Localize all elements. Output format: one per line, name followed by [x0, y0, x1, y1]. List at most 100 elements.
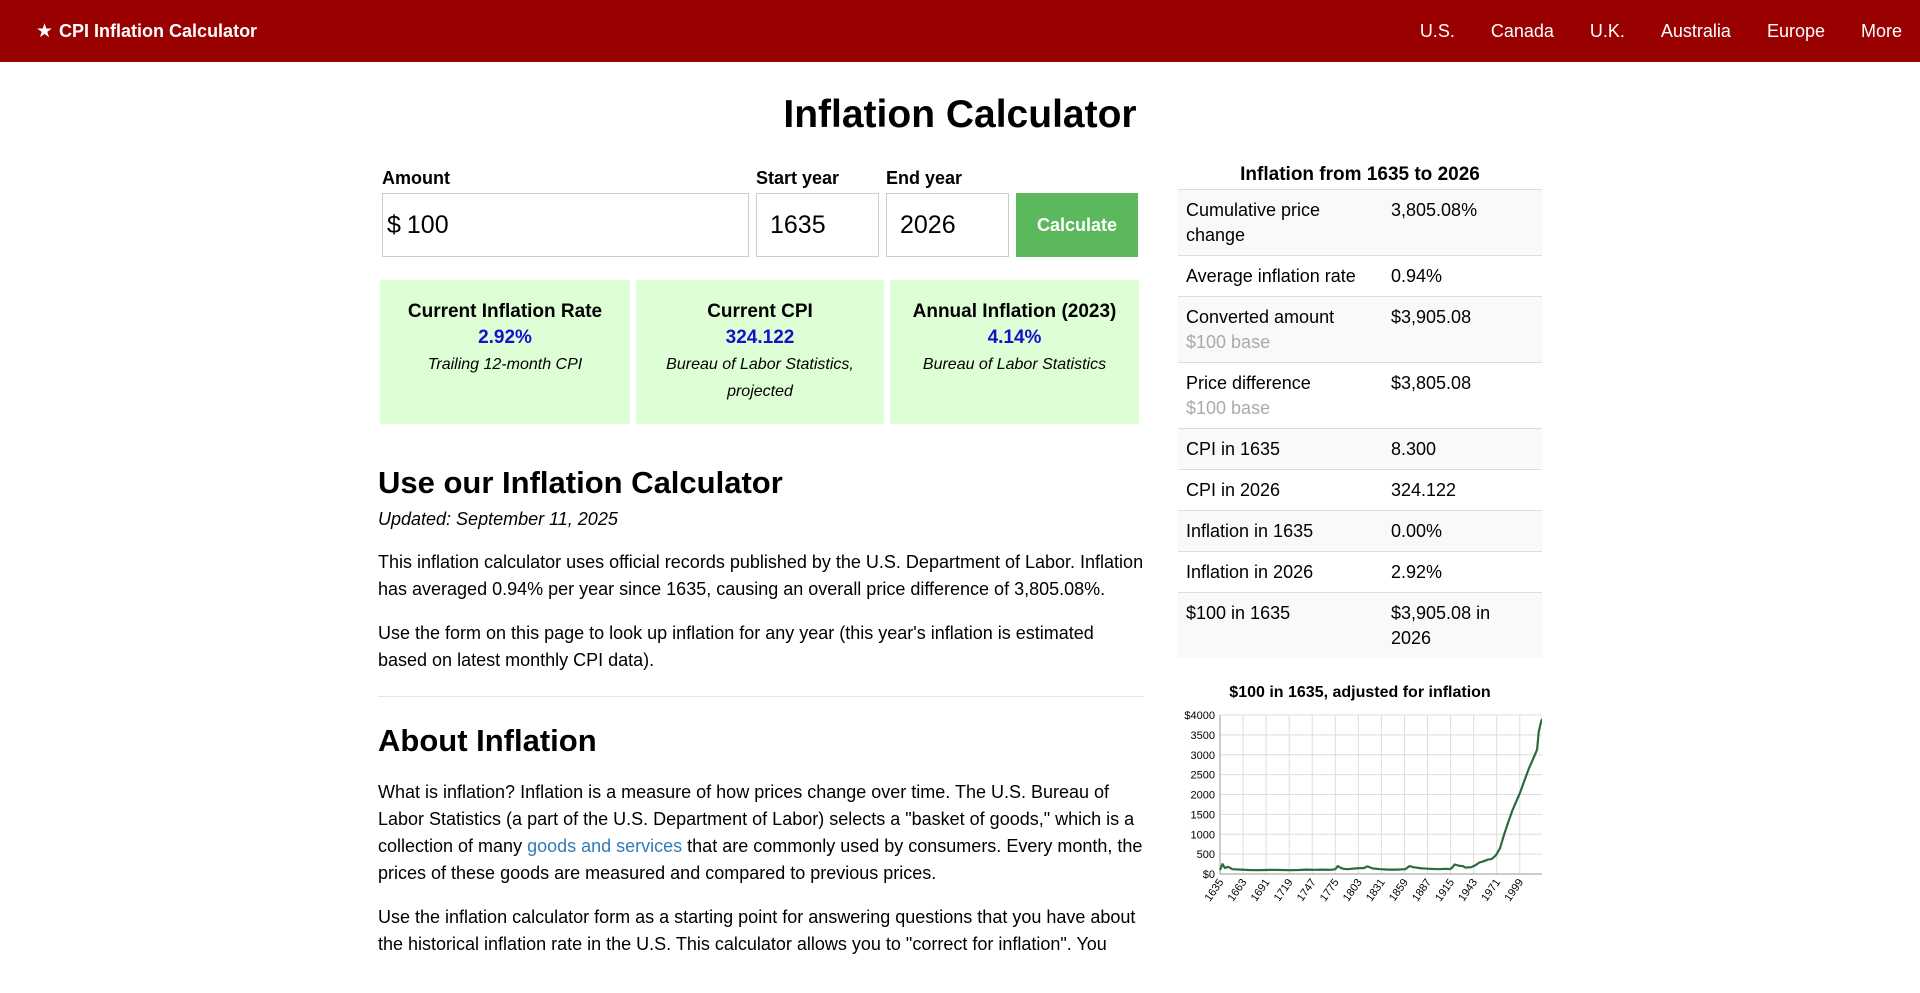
calculator-usage-paragraph: Use the inflation calculator form as a s…	[378, 907, 1136, 954]
summary-row: Cumulative price change 3,805.08%	[1178, 189, 1542, 256]
summary-key-label: Inflation in 2026	[1186, 562, 1314, 582]
summary-key-label: Inflation in 1635	[1186, 521, 1314, 541]
y-tick-label: 3500	[1191, 730, 1215, 742]
summary-value: $3,905.08	[1383, 296, 1542, 363]
y-tick-label: $0	[1203, 869, 1215, 881]
summary-table: Cumulative price change 3,805.08% Average …	[1178, 189, 1542, 658]
summary-key-label: CPI in 1635	[1186, 439, 1281, 459]
summary-key-label: Cumulative price change	[1186, 200, 1321, 245]
summary-key-label: Price difference	[1186, 373, 1311, 393]
x-tick-label: 1775	[1318, 877, 1342, 904]
nav-link-europe[interactable]: Europe	[1767, 21, 1825, 42]
y-tick-label: 1000	[1191, 829, 1215, 841]
x-tick-label: 1831	[1364, 877, 1388, 904]
summary-key-label: Average inflation rate	[1186, 266, 1356, 286]
currency-symbol: $	[387, 210, 401, 239]
summary-value: 324.122	[1383, 469, 1542, 511]
nav-link-australia[interactable]: Australia	[1661, 21, 1731, 42]
summary-key: Cumulative price change	[1178, 189, 1383, 256]
x-tick-label: 1887	[1410, 877, 1434, 904]
summary-key-sub: $100 base	[1186, 398, 1271, 418]
goods-and-services-link[interactable]: goods and services	[527, 836, 682, 856]
nav-link-uk[interactable]: U.K.	[1590, 21, 1625, 42]
stat-current-inflation-rate: Current Inflation Rate 2.92% Trailing 12…	[380, 280, 630, 424]
x-tick-label: 1719	[1272, 877, 1296, 904]
end-year-label: End year	[886, 168, 963, 188]
stat-value: 4.14%	[987, 327, 1042, 348]
brand-link[interactable]: ★ CPI Inflation Calculator	[36, 0, 257, 62]
summary-row: Inflation in 2026 2.92%	[1178, 551, 1542, 593]
nav-link-us[interactable]: U.S.	[1420, 21, 1455, 42]
summary-row: Converted amount $100 base $3,905.08	[1178, 296, 1542, 363]
summary-key-label: CPI in 2026	[1186, 480, 1281, 500]
inflation-line-chart: $0500100015002000250030003500$40001635 16…	[1184, 710, 1542, 904]
y-tick-label: $4000	[1184, 710, 1215, 722]
amount-label: Amount	[382, 168, 450, 188]
about-inflation-paragraph: What is inflation? Inflation is a measur…	[378, 779, 1144, 887]
x-tick-label: 1691	[1249, 877, 1273, 904]
start-year-field-wrapper	[756, 193, 879, 257]
summary-value: 0.94%	[1383, 255, 1542, 297]
article-heading: Use our Inflation Calculator	[378, 465, 783, 500]
nav-link-canada[interactable]: Canada	[1491, 21, 1554, 42]
summary-key: CPI in 2026	[1178, 469, 1383, 511]
page-title: Inflation Calculator	[783, 93, 1137, 136]
stat-note: Trailing 12-month CPI	[427, 356, 583, 373]
stat-annual-inflation: Annual Inflation (2023) 4.14% Bureau of …	[890, 280, 1139, 424]
stat-title: Annual Inflation (2023)	[912, 301, 1117, 322]
about-inflation-heading: About Inflation	[378, 723, 597, 758]
star-icon: ★	[36, 20, 54, 42]
summary-row: Inflation in 1635 0.00%	[1178, 510, 1542, 552]
y-tick-label: 500	[1197, 849, 1215, 861]
summary-key: Inflation in 2026	[1178, 551, 1383, 593]
start-year-label: Start year	[756, 168, 840, 188]
y-tick-label: 2500	[1191, 770, 1215, 782]
summary-key-label: $100 in 1635	[1186, 603, 1291, 623]
x-tick-label: 1859	[1387, 877, 1411, 904]
summary-key: CPI in 1635	[1178, 428, 1383, 470]
summary-row: $100 in 1635 $3,905.08 in 2026	[1178, 592, 1542, 658]
summary-row: Price difference $100 base $3,805.08	[1178, 362, 1542, 429]
stat-title: Current Inflation Rate	[407, 301, 603, 322]
summary-value: $3,805.08	[1383, 362, 1542, 429]
amount-input[interactable]	[406, 210, 748, 240]
x-tick-label: 1943	[1456, 877, 1480, 904]
section-divider	[378, 696, 1144, 697]
y-tick-label: 2000	[1191, 790, 1215, 802]
calculate-button[interactable]: Calculate	[1016, 193, 1138, 257]
summary-value: 8.300	[1383, 428, 1542, 470]
end-year-input[interactable]	[900, 210, 1008, 240]
summary-key: Average inflation rate	[1178, 255, 1383, 297]
brand-label: CPI Inflation Calculator	[59, 20, 258, 41]
y-tick-label: 3000	[1191, 750, 1215, 762]
chart-title: $100 in 1635, adjusted for inflation	[1229, 684, 1491, 701]
stat-note: Bureau of Labor Statistics	[922, 356, 1107, 373]
summary-value: 0.00%	[1383, 510, 1542, 552]
summary-value: 3,805.08%	[1383, 189, 1542, 256]
summary-value: $3,905.08 in 2026	[1383, 592, 1542, 658]
stat-title: Current CPI	[707, 301, 813, 322]
x-tick-label: 1747	[1295, 877, 1319, 904]
intro-paragraph: This inflation calculator uses official …	[378, 552, 1144, 599]
x-tick-label: 1971	[1479, 877, 1503, 904]
nav-link-more[interactable]: More	[1861, 21, 1902, 42]
article-content: Use our Inflation Calculator Updated: Se…	[378, 465, 1144, 958]
stat-current-cpi: Current CPI 324.122 Bureau of Labor Stat…	[636, 280, 884, 424]
x-tick-label: 1663	[1226, 877, 1250, 904]
stat-value: 324.122	[725, 327, 795, 348]
summary-key: $100 in 1635	[1178, 592, 1383, 658]
x-tick-label: 1999	[1502, 877, 1526, 904]
amount-field-wrapper: $	[382, 193, 749, 257]
nav-links: U.S. Canada U.K. Australia Europe More	[1420, 0, 1902, 62]
summary-title: Inflation from 1635 to 2026	[1240, 164, 1480, 185]
form-usage-paragraph: Use the form on this page to look up inf…	[378, 623, 1094, 670]
x-tick-label: 1915	[1433, 877, 1457, 904]
summary-row: CPI in 2026 324.122	[1178, 469, 1542, 511]
end-year-field-wrapper	[886, 193, 1009, 257]
updated-date: Updated: September 11, 2025	[378, 509, 618, 529]
summary-row: CPI in 1635 8.300	[1178, 428, 1542, 470]
summary-key: Price difference $100 base	[1178, 362, 1383, 429]
stat-note: Bureau of Labor Statistics, projected	[666, 356, 854, 400]
start-year-input[interactable]	[770, 210, 878, 240]
stat-value: 2.92%	[478, 327, 532, 348]
